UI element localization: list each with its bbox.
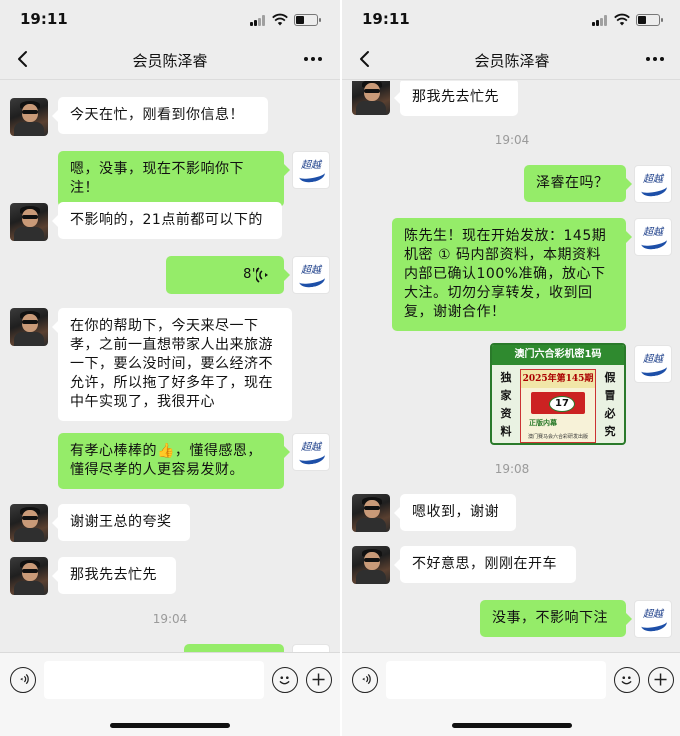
signal-icon xyxy=(592,15,608,26)
message-bubble-sent[interactable]: 有孝心棒棒的👍，懂得感恩，懂得尽孝的人更容易发财。 xyxy=(58,433,290,489)
image-period: 2025年第145期 xyxy=(521,370,595,388)
battery-icon xyxy=(294,14,321,26)
chat-title: 会员陈泽睿 xyxy=(474,52,550,70)
voice-icon xyxy=(362,674,371,685)
member-avatar[interactable] xyxy=(10,308,48,346)
message-bubble-sent[interactable]: 陈先生！现在开始发放：145期机密 ① 码内部资料，本期资料内部已确认100%准… xyxy=(392,218,632,331)
wifi-icon xyxy=(614,13,630,26)
image-message[interactable]: 澳门六合彩机密1码 独家资料 2025年第145期 17 正版内幕 澳门赛马会六… xyxy=(490,343,626,445)
message-bubble-sent[interactable]: 嗯，没事，现在不影响你下注！ xyxy=(58,151,290,207)
plus-icon xyxy=(312,673,325,686)
message-bubble-received[interactable]: 在你的帮助下，今天来尽一下孝，之前一直想带家人出来旅游一下，要么没时间，要么经济… xyxy=(52,308,292,421)
voice-wave-icon xyxy=(256,267,268,283)
timestamp: 19:04 xyxy=(494,133,530,147)
member-avatar[interactable] xyxy=(352,494,390,532)
voice-icon xyxy=(20,674,29,685)
image-footer: 澳门赛马会六合彩研发出版 xyxy=(527,434,588,440)
message-list[interactable]: 今天在忙，刚看到你信息！ 嗯，没事，现在不影响你下注！ 超越 不影响的，21点前… xyxy=(0,81,340,652)
message-bubble-received[interactable]: 不好意思，刚刚在开车 xyxy=(394,546,576,583)
image-header: 澳门六合彩机密1码 xyxy=(492,345,624,365)
signal-icon xyxy=(250,15,266,26)
nav-bar: 会员陈泽睿 xyxy=(0,40,340,80)
plus-icon xyxy=(654,673,667,686)
message-input[interactable] xyxy=(44,661,264,699)
member-avatar[interactable] xyxy=(10,98,48,136)
message-bubble-sent[interactable]: 泽睿在吗？ xyxy=(524,165,632,202)
my-avatar[interactable] xyxy=(292,644,330,652)
my-avatar[interactable]: 超越 xyxy=(634,345,672,383)
image-left-column: 独家资料 xyxy=(500,371,512,438)
image-tag: 正版内幕 xyxy=(529,419,557,427)
timestamp: 19:04 xyxy=(152,612,188,626)
member-avatar[interactable] xyxy=(352,546,390,584)
message-bubble-received[interactable]: 那我先去忙先 xyxy=(52,557,176,594)
message-bubble-received[interactable]: 今天在忙，刚看到你信息！ xyxy=(52,97,268,134)
member-avatar[interactable] xyxy=(10,203,48,241)
image-number: 17 xyxy=(549,396,575,412)
status-bar: 19:11 xyxy=(342,0,680,40)
more-icon[interactable] xyxy=(302,48,324,70)
home-indicator[interactable] xyxy=(452,723,572,728)
timestamp: 19:08 xyxy=(494,462,530,476)
voice-input-button[interactable] xyxy=(352,667,378,693)
voice-input-button[interactable] xyxy=(10,667,36,693)
my-avatar[interactable]: 超越 xyxy=(292,151,330,189)
chat-screen-right: 19:11 会员陈泽睿 那我先去忙先 19:04 泽睿在吗？ 超越 陈先生！现在… xyxy=(342,0,680,736)
status-time: 19:11 xyxy=(362,10,410,28)
emoji-button[interactable] xyxy=(614,667,640,693)
my-avatar[interactable]: 超越 xyxy=(634,600,672,638)
emoji-icon xyxy=(621,676,632,685)
my-avatar[interactable]: 超越 xyxy=(634,165,672,203)
status-bar: 19:11 xyxy=(0,0,340,40)
emoji-button[interactable] xyxy=(272,667,298,693)
chat-title: 会员陈泽睿 xyxy=(132,52,208,70)
member-avatar[interactable] xyxy=(10,557,48,595)
message-input[interactable] xyxy=(386,661,606,699)
message-bubble-received[interactable]: 不影响的，21点前都可以下的 xyxy=(52,202,282,239)
message-bubble-received[interactable]: 那我先去忙先 xyxy=(394,81,518,116)
message-list[interactable]: 那我先去忙先 19:04 泽睿在吗？ 超越 陈先生！现在开始发放：145期机密 … xyxy=(342,81,680,652)
message-bubble-sent[interactable] xyxy=(184,644,284,652)
my-avatar[interactable]: 超越 xyxy=(292,256,330,294)
message-bubble-received[interactable]: 谢谢王总的夸奖 xyxy=(52,504,190,541)
chat-screen-left: 19:11 会员陈泽睿 今天在忙，刚看到你信息！ 嗯，没事，现在不影响你下注！ … xyxy=(0,0,340,736)
message-bubble-sent[interactable]: 没事，不影响下注 xyxy=(480,600,632,637)
voice-message-bubble[interactable]: 8'' xyxy=(166,256,290,294)
nav-bar: 会员陈泽睿 xyxy=(342,40,680,80)
more-functions-button[interactable] xyxy=(306,667,332,693)
member-avatar[interactable] xyxy=(352,81,390,115)
image-center-panel: 2025年第145期 17 正版内幕 澳门赛马会六合彩研发出版 xyxy=(520,369,596,443)
home-indicator[interactable] xyxy=(110,723,230,728)
member-avatar[interactable] xyxy=(10,504,48,542)
my-avatar[interactable]: 超越 xyxy=(634,218,672,256)
battery-icon xyxy=(636,14,663,26)
image-right-column: 假冒必究 xyxy=(604,371,616,438)
emoji-icon xyxy=(279,676,290,685)
wifi-icon xyxy=(272,13,288,26)
status-time: 19:11 xyxy=(20,10,68,28)
my-avatar[interactable]: 超越 xyxy=(292,433,330,471)
message-bubble-received[interactable]: 嗯收到，谢谢 xyxy=(394,494,516,531)
input-bar xyxy=(0,652,340,736)
more-functions-button[interactable] xyxy=(648,667,674,693)
input-bar xyxy=(342,652,680,736)
more-icon[interactable] xyxy=(644,48,666,70)
